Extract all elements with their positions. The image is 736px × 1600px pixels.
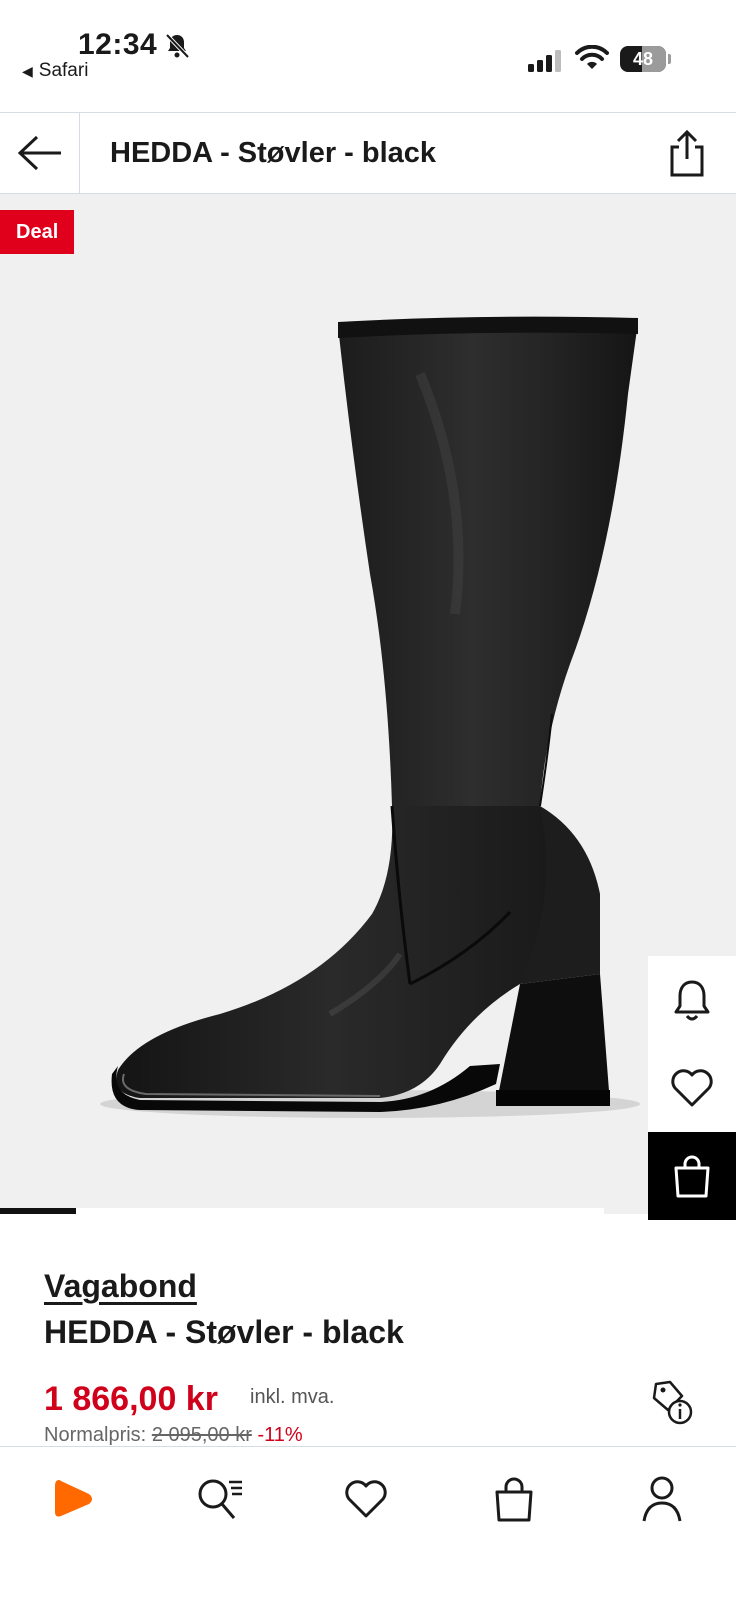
- bottom-navigation: [0, 1446, 736, 1600]
- deal-badge: Deal: [0, 210, 75, 254]
- battery-level: 48: [632, 49, 654, 69]
- header-title: HEDDA - Støvler - black: [110, 137, 437, 169]
- product-header: HEDDA - Støvler - black: [0, 112, 736, 194]
- heart-icon: [345, 1480, 387, 1518]
- heart-icon: [671, 1069, 713, 1107]
- product-name: HEDDA - Støvler - black: [44, 1314, 404, 1350]
- vat-label: inkl. mva.: [250, 1386, 335, 1408]
- add-to-bag-button[interactable]: [648, 1132, 736, 1220]
- shopping-bag-icon: [674, 1155, 710, 1198]
- discount-percent: -11%: [257, 1424, 303, 1446]
- back-button[interactable]: [0, 113, 80, 193]
- price-info-icon[interactable]: [648, 1378, 694, 1426]
- gallery-progress-indicator: [0, 1208, 76, 1214]
- back-to-app-link[interactable]: ◀ Safari: [22, 60, 88, 82]
- wishlist-button[interactable]: [648, 1044, 736, 1132]
- brand-link[interactable]: Vagabond: [44, 1268, 197, 1305]
- normal-price-label: Normalpris:: [44, 1424, 147, 1446]
- nav-wishlist[interactable]: [340, 1473, 392, 1525]
- product-image[interactable]: [0, 194, 736, 1214]
- normal-price-row: Normalpris: 2 095,00 kr -11%: [44, 1424, 303, 1447]
- back-app-label: Safari: [38, 60, 89, 81]
- zalando-logo-icon: [55, 1480, 92, 1517]
- user-icon: [642, 1476, 682, 1522]
- floating-actions: [648, 956, 736, 1220]
- status-bar: 12:34 ◀ Safari 48: [0, 0, 736, 112]
- battery-icon: 48: [620, 46, 671, 72]
- wifi-icon: [575, 45, 609, 69]
- share-icon[interactable]: [664, 129, 710, 177]
- status-time: 12:34: [78, 28, 158, 61]
- gallery-progress-track: [0, 1208, 604, 1214]
- nav-home[interactable]: [48, 1473, 100, 1525]
- arrow-left-icon: [17, 135, 61, 171]
- normal-price-value: 2 095,00 kr: [151, 1424, 252, 1446]
- bell-off-icon: [165, 33, 190, 59]
- current-price: 1 866,00 kr: [44, 1380, 218, 1418]
- nav-search[interactable]: [194, 1473, 246, 1525]
- cellular-signal-icon: [528, 50, 561, 72]
- nav-profile[interactable]: [636, 1473, 688, 1525]
- nav-bag[interactable]: [488, 1473, 540, 1525]
- product-image-gallery[interactable]: Deal: [0, 194, 736, 1214]
- notify-button[interactable]: [648, 956, 736, 1044]
- shopping-bag-icon: [495, 1477, 533, 1522]
- bell-icon: [674, 980, 710, 1021]
- back-triangle-icon: ◀: [22, 62, 33, 79]
- search-list-icon: [198, 1479, 242, 1519]
